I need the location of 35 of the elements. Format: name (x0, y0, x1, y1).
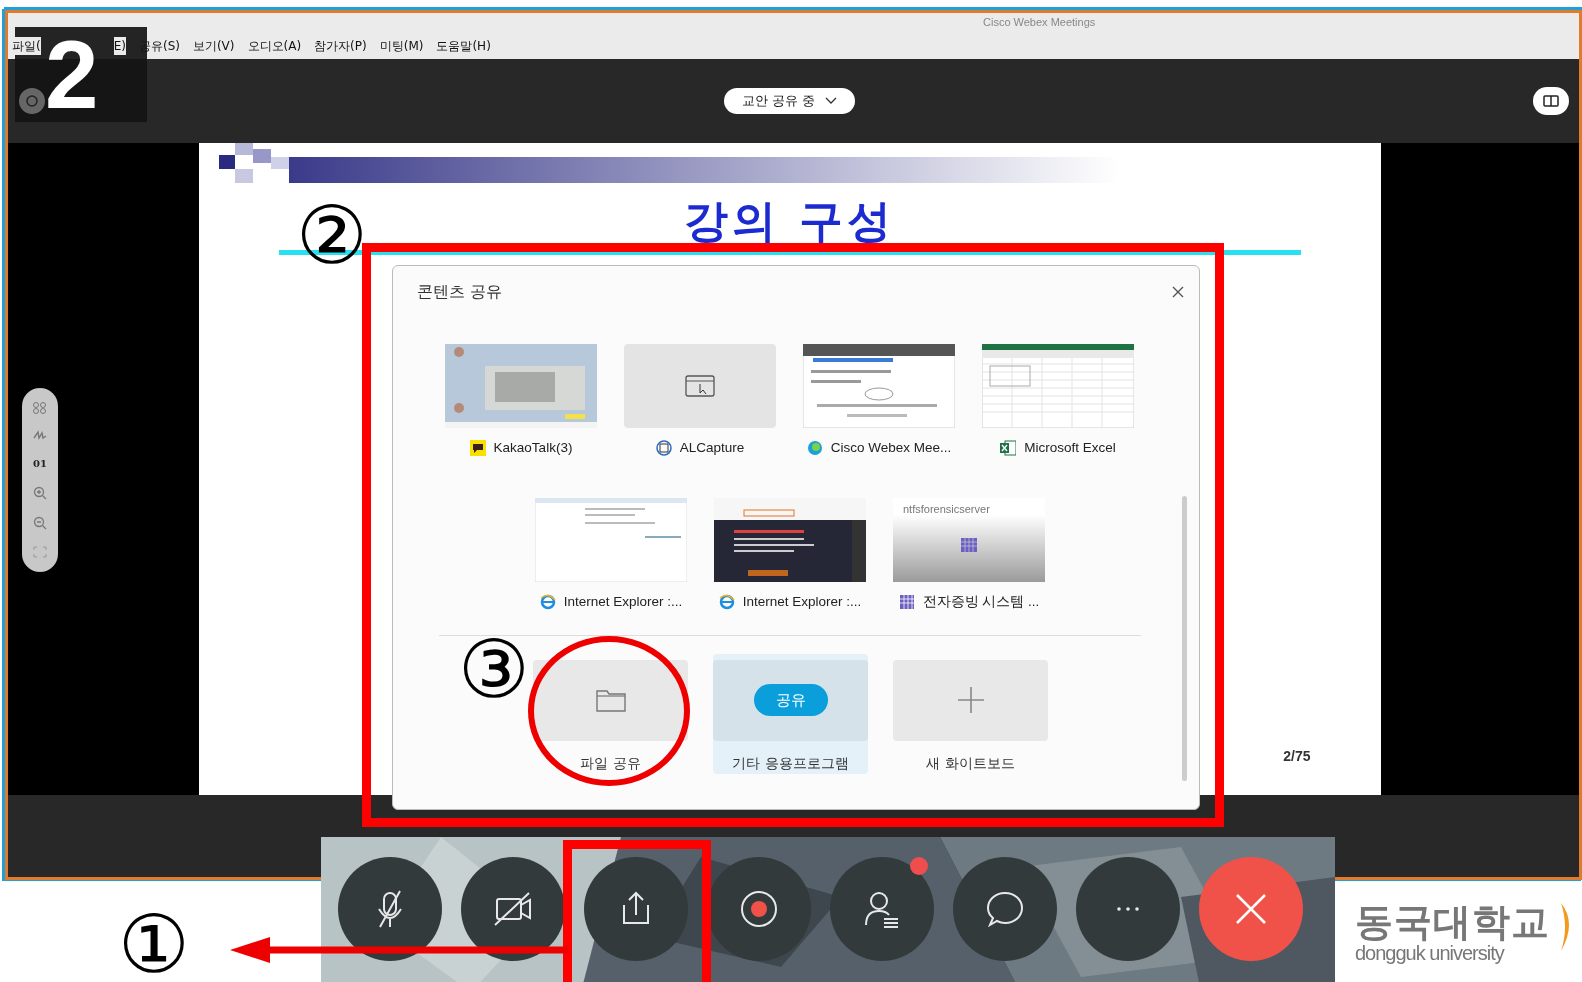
window-caption: ntfsforensicserver (903, 502, 990, 518)
window-title: Cisco Webex Meetings (982, 15, 1097, 30)
page-indicator: 01 (33, 456, 47, 471)
window-option[interactable]: Internet Explorer :... (535, 498, 687, 613)
window-label: Microsoft Excel (1024, 439, 1116, 457)
window-option[interactable]: KakaoTalk(3) (445, 344, 597, 459)
window-label: Internet Explorer :... (742, 593, 862, 612)
dialog-title: 콘텐츠 공유 (417, 281, 503, 303)
university-logo-text: 동국대학교 (1355, 903, 1550, 941)
option-label: 기타 응용프로그램 (732, 753, 849, 773)
step-marker: ① (118, 905, 190, 982)
window-option[interactable]: ntfsforensicserver 전자증빙 시스템 ... (893, 498, 1045, 613)
window-label: KakaoTalk(3) (493, 439, 573, 457)
menu-item[interactable]: 보기(V) (192, 37, 235, 55)
menu-item[interactable]: 도움말(H) (436, 37, 491, 55)
window-label: Internet Explorer :... (563, 593, 683, 612)
window-option[interactable]: ALCapture (624, 344, 776, 459)
window-option[interactable]: Internet Explorer :... (714, 498, 866, 613)
menu-item[interactable]: 미팅(M) (379, 37, 424, 55)
option-label: 새 화이트보드 (926, 753, 1015, 773)
menu-item[interactable]: 참가자(P) (314, 37, 367, 55)
menu-item[interactable]: 파일( (12, 37, 41, 55)
window-option[interactable]: Cisco Webex Mee... (803, 344, 955, 459)
window-label: Cisco Webex Mee... (830, 439, 952, 457)
window-label: ALCapture (679, 439, 745, 457)
window-option[interactable]: Microsoft Excel (982, 344, 1134, 459)
university-subtitle: dongguk university (1355, 942, 1506, 965)
option-label: 파일 공유 (580, 753, 641, 773)
step-marker: ③ (458, 630, 530, 710)
page-number: 2/75 (1283, 747, 1311, 766)
window-label: 전자증빙 시스템 ... (922, 593, 1040, 612)
menu-item[interactable]: 오디오(A) (247, 37, 302, 55)
sharing-status-dropdown[interactable]: 교안 공유 중 (723, 88, 856, 114)
slide-title: 강의 구성 (683, 195, 896, 248)
share-option[interactable]: 공유 기타 응용프로그램 (713, 653, 868, 774)
